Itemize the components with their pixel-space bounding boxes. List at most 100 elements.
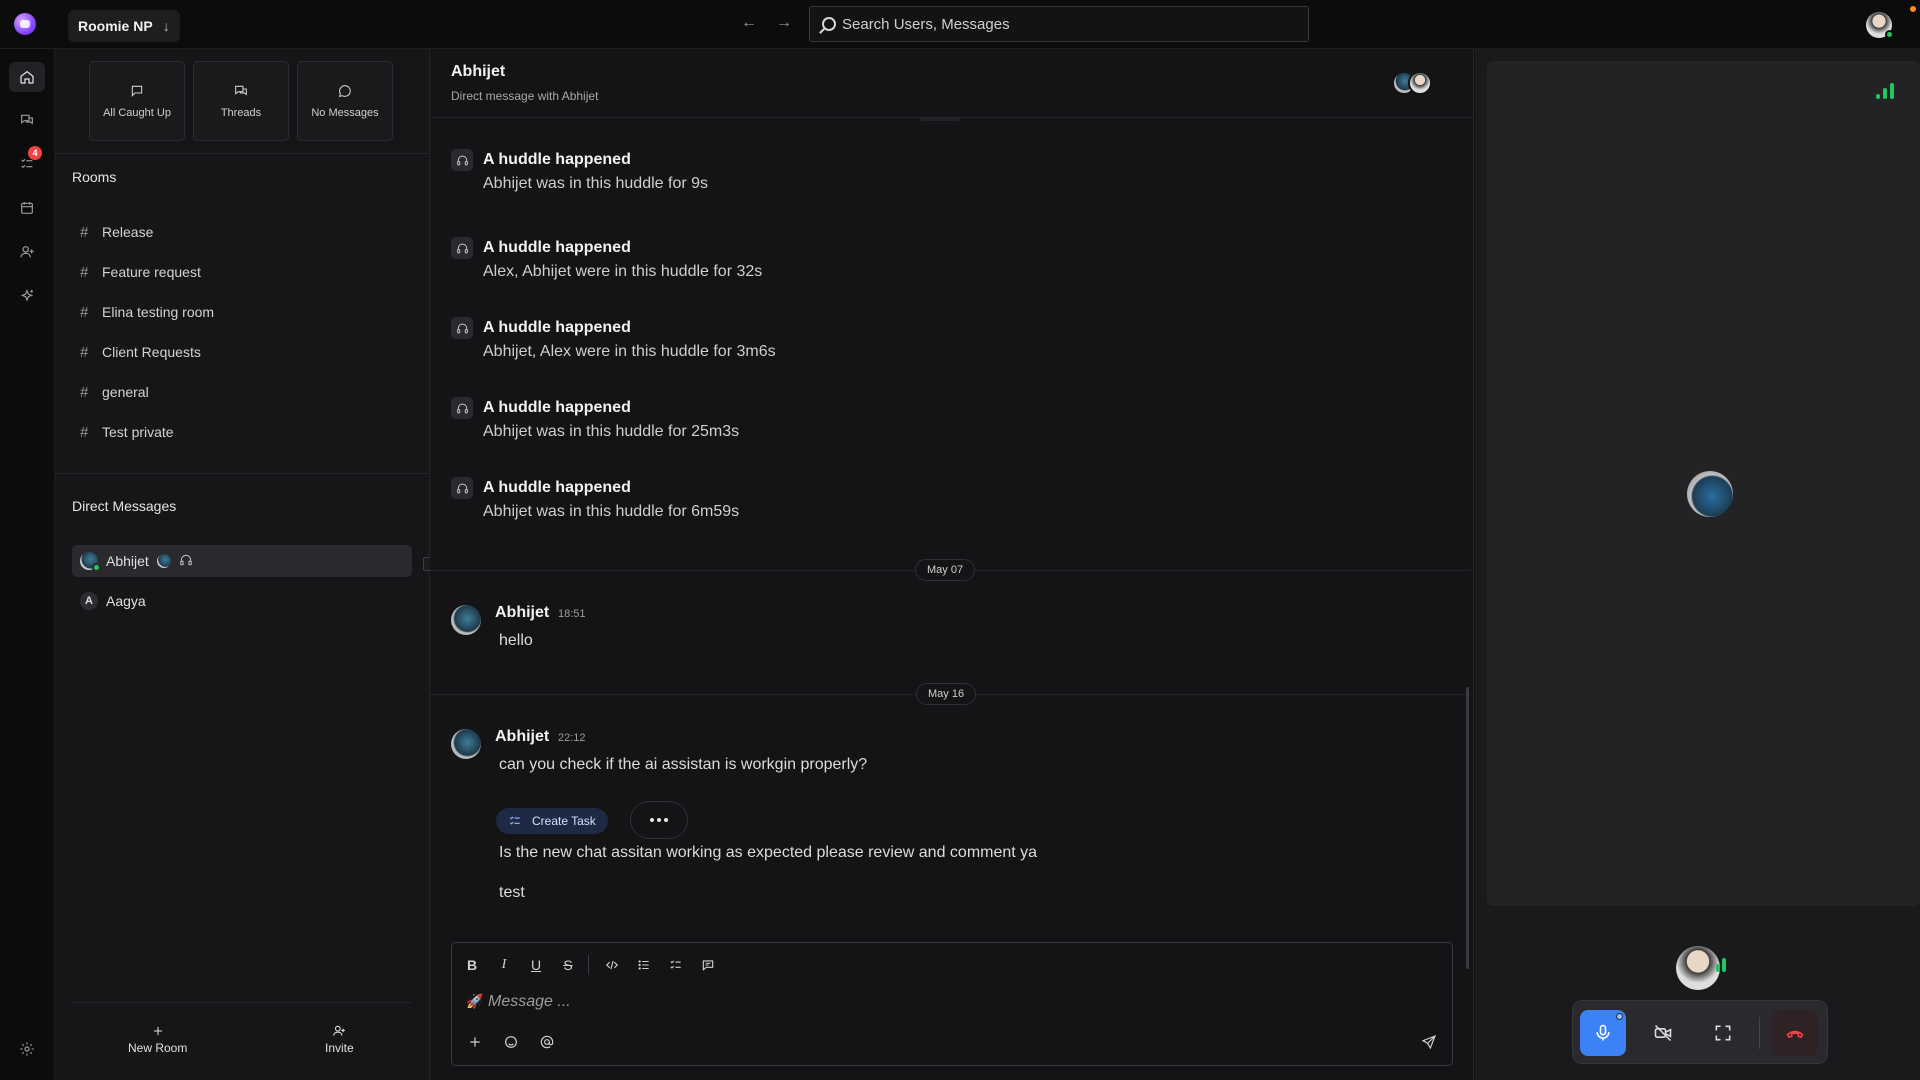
huddle-event: A huddle happened Alex, Abhijet were in … [451, 237, 1351, 293]
code-icon[interactable] [600, 953, 624, 977]
message-time: 22:12 [558, 732, 586, 744]
headphones-icon [451, 317, 473, 339]
message-input[interactable] [466, 991, 1426, 1013]
self-avatar [1676, 946, 1720, 990]
room-test-private[interactable]: # Test private [72, 418, 412, 446]
bullet-list-icon[interactable] [632, 953, 656, 977]
dm-item-aagya[interactable]: A Aagya [72, 585, 412, 617]
camera-off-button[interactable] [1640, 1010, 1686, 1056]
scroll-indicator [920, 118, 960, 121]
settings-icon[interactable] [9, 1034, 45, 1064]
chat-title: Abhijet [451, 63, 506, 80]
microphone-button[interactable] [1580, 1010, 1626, 1056]
dm-item-abhijet[interactable]: Abhijet [72, 545, 412, 577]
huddle-title: A huddle happened [483, 151, 631, 168]
checklist-icon[interactable] [664, 953, 688, 977]
huddle-title: A huddle happened [483, 399, 631, 416]
emoji-icon[interactable] [500, 1031, 522, 1053]
divider [1759, 1017, 1760, 1049]
back-arrow-icon[interactable]: ← [739, 13, 759, 33]
hash-icon: # [80, 423, 89, 441]
more-options-button[interactable] [630, 801, 688, 839]
dot [657, 818, 661, 822]
threads-icon [235, 85, 247, 96]
huddle-participant-avatar [156, 554, 171, 568]
strikethrough-button[interactable]: S [556, 953, 580, 977]
room-feature-request[interactable]: # Feature request [72, 258, 412, 286]
attach-plus-icon[interactable] [464, 1031, 486, 1053]
fullscreen-button[interactable] [1700, 1010, 1746, 1056]
quick-all-caught-up[interactable]: All Caught Up [89, 61, 185, 141]
headphones-icon [451, 149, 473, 171]
sparkles-icon[interactable] [9, 281, 45, 311]
huddle-detail: Abhijet was in this huddle for 25m3s [483, 423, 740, 440]
huddle-event: A huddle happened Abhijet, Alex were in … [451, 317, 1351, 373]
message-time: 18:51 [558, 608, 586, 620]
huddle-detail: Abhijet was in this huddle for 6m59s [483, 503, 740, 520]
dot [650, 818, 654, 822]
camera-off-icon [1654, 1024, 1672, 1042]
calendar-icon[interactable] [9, 193, 45, 223]
chat-icon[interactable] [9, 105, 45, 135]
italic-button[interactable]: I [492, 953, 516, 977]
workspace-switcher[interactable]: Roomie NP ↓ [68, 10, 180, 42]
invite-button[interactable]: Invite [325, 1024, 354, 1055]
quick-label: All Caught Up [103, 107, 171, 119]
huddle-title: A huddle happened [483, 479, 631, 496]
dm-label: Abhijet [106, 553, 149, 569]
participants-avatars[interactable] [1392, 71, 1436, 95]
avatar[interactable] [451, 729, 481, 759]
leave-call-button[interactable] [1772, 1010, 1818, 1056]
message-text: test [499, 884, 525, 901]
chat-panel: Abhijet Direct message with Abhijet A hu… [430, 49, 1474, 1080]
avatar[interactable] [451, 605, 481, 635]
quick-threads[interactable]: Threads [193, 61, 289, 141]
call-controls [1572, 1000, 1828, 1064]
room-release[interactable]: # Release [72, 218, 412, 246]
date-pill: May 16 [916, 683, 977, 705]
message-text: can you check if the ai assistan is work… [499, 756, 868, 773]
microphone-icon [1596, 1024, 1610, 1041]
avatar [80, 552, 101, 572]
search-bar[interactable]: Search Users, Messages [809, 6, 1309, 42]
hash-icon: # [80, 263, 89, 281]
user-avatar[interactable] [1866, 12, 1894, 39]
home-icon[interactable] [9, 62, 45, 92]
underline-button[interactable]: U [524, 953, 548, 977]
bold-button[interactable]: B [460, 953, 484, 977]
room-elina-testing[interactable]: # Elina testing room [72, 298, 412, 326]
message-author[interactable]: Abhijet [495, 728, 549, 746]
quick-no-messages[interactable]: No Messages [297, 61, 393, 141]
message-text: hello [499, 632, 533, 649]
message-text: Is the new chat assitan working as expec… [499, 844, 1038, 861]
new-room-label: New Room [128, 1041, 188, 1055]
rooms-title: Rooms [72, 169, 117, 185]
mention-icon[interactable] [536, 1031, 558, 1053]
forward-arrow-icon[interactable]: → [774, 13, 794, 33]
invite-label: Invite [325, 1041, 354, 1055]
room-label: Elina testing room [102, 304, 215, 320]
new-room-button[interactable]: New Room [128, 1024, 187, 1055]
huddle-event: A huddle happened Abhijet was in this hu… [451, 149, 1351, 205]
send-icon[interactable] [1418, 1031, 1440, 1053]
create-task-button[interactable]: Create Task [496, 808, 608, 834]
signal-bar [1716, 964, 1720, 972]
divider [588, 955, 589, 975]
app-logo-icon[interactable] [14, 13, 36, 35]
room-client-requests[interactable]: # Client Requests [72, 338, 412, 366]
quote-icon[interactable] [696, 953, 720, 977]
create-task-label: Create Task [532, 814, 596, 828]
message-circle-icon [338, 85, 351, 98]
room-general[interactable]: # general [72, 378, 412, 406]
tasks-icon [509, 816, 520, 825]
top-bar: Roomie NP ↓ ← → Search Users, Messages [0, 0, 1920, 49]
huddle-title: A huddle happened [483, 239, 631, 256]
chat-scrollbar[interactable] [1466, 687, 1469, 969]
headphones-icon [451, 477, 473, 499]
message-author[interactable]: Abhijet [495, 604, 549, 622]
hash-icon: # [80, 223, 89, 241]
room-label: general [102, 384, 149, 400]
user-add-icon[interactable] [9, 237, 45, 267]
tasks-icon[interactable]: 4 [9, 146, 45, 179]
hash-icon: # [80, 383, 89, 401]
